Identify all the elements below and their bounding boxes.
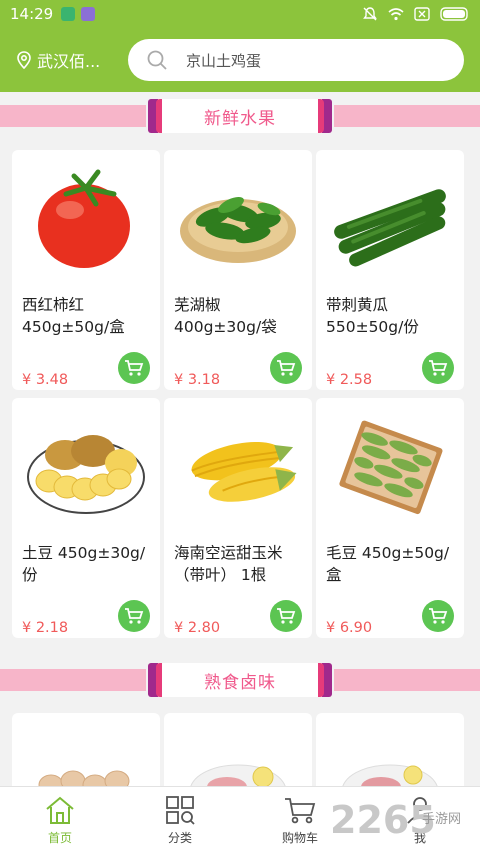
location-pin-icon xyxy=(17,51,31,69)
section-title: 新鲜水果 xyxy=(162,99,318,133)
nav-category[interactable]: 分类 xyxy=(120,787,240,853)
product-image-eggs xyxy=(12,713,160,793)
mute-bell-icon xyxy=(362,6,378,22)
watermark-sub: 手游网 xyxy=(422,812,462,827)
section-banner-deli: 熟食卤味 xyxy=(0,659,480,699)
product-image-potato xyxy=(12,398,160,536)
app-notification-icon xyxy=(61,7,76,21)
cart-icon xyxy=(429,608,448,624)
location-selector[interactable]: 武汉佰... xyxy=(0,48,126,72)
product-name: 海南空运甜玉米（带叶） 1根 xyxy=(174,544,283,584)
cart-icon xyxy=(277,608,296,624)
section-title: 熟食卤味 xyxy=(162,663,318,697)
add-to-cart-button[interactable] xyxy=(422,352,454,384)
watermark-logo: 2265 手游网 xyxy=(330,796,480,846)
product-price: ¥ 3.18 xyxy=(174,372,221,388)
wifi-icon xyxy=(388,7,404,21)
product-image-peppers xyxy=(164,150,312,288)
location-label: 武汉佰... xyxy=(37,52,101,71)
home-icon xyxy=(46,796,74,824)
search-icon xyxy=(147,50,167,70)
product-price: ¥ 3.48 xyxy=(22,372,69,388)
product-name: 带刺黄瓜 550±50g/份 xyxy=(326,296,419,336)
search-placeholder: 京山土鸡蛋 xyxy=(186,51,262,70)
add-to-cart-button[interactable] xyxy=(270,600,302,632)
status-bar: 14:29 xyxy=(0,0,480,28)
status-time: 14:29 xyxy=(10,5,54,23)
nav-label: 购物车 xyxy=(281,831,318,845)
product-card[interactable]: 带刺黄瓜 550±50g/份 ¥ 2.58 xyxy=(316,150,464,390)
battery-icon xyxy=(440,7,470,21)
product-price: ¥ 2.80 xyxy=(174,620,221,636)
product-image-cucumber xyxy=(316,150,464,288)
product-image-corn xyxy=(164,398,312,536)
product-name: 毛豆 450g±50g/盒 xyxy=(326,544,450,584)
sim-icon xyxy=(414,7,430,21)
product-card[interactable]: 芜湖椒 400g±30g/袋 ¥ 3.18 xyxy=(164,150,312,390)
header: 武汉佰... 京山土鸡蛋 xyxy=(0,28,480,92)
product-card[interactable]: 毛豆 450g±50g/盒 ¥ 6.90 xyxy=(316,398,464,638)
add-to-cart-button[interactable] xyxy=(118,600,150,632)
watermark-text: 2265 xyxy=(330,798,436,842)
category-icon xyxy=(166,796,195,825)
cart-icon xyxy=(125,608,144,624)
product-card[interactable]: 土豆 450g±30g/份 ¥ 2.18 xyxy=(12,398,160,638)
product-name: 土豆 450g±30g/份 xyxy=(22,544,146,584)
product-card[interactable] xyxy=(164,713,312,793)
nav-label: 分类 xyxy=(167,831,192,845)
add-to-cart-button[interactable] xyxy=(270,352,302,384)
product-price: ¥ 2.58 xyxy=(326,372,373,388)
product-card[interactable]: 海南空运甜玉米（带叶） 1根 ¥ 2.80 xyxy=(164,398,312,638)
add-to-cart-button[interactable] xyxy=(422,600,454,632)
product-card[interactable]: 西红柿红 450g±50g/盒 ¥ 3.48 xyxy=(12,150,160,390)
app-notification-icon xyxy=(81,7,96,21)
nav-home[interactable]: 首页 xyxy=(0,787,120,853)
nav-label: 首页 xyxy=(47,831,72,845)
cart-icon xyxy=(277,360,296,376)
cart-icon xyxy=(125,360,144,376)
add-to-cart-button[interactable] xyxy=(118,352,150,384)
product-price: ¥ 6.90 xyxy=(326,620,373,636)
product-image-meat xyxy=(164,713,312,793)
product-image-pork xyxy=(316,713,464,793)
product-image-tomato xyxy=(12,150,160,288)
cart-icon xyxy=(429,360,448,376)
cart-icon xyxy=(285,798,316,824)
product-name: 芜湖椒 400g±30g/袋 xyxy=(174,296,277,336)
product-image-edamame xyxy=(316,398,464,536)
section-banner-fresh: 新鲜水果 xyxy=(0,95,480,135)
product-card[interactable] xyxy=(12,713,160,793)
product-card[interactable] xyxy=(316,713,464,793)
product-price: ¥ 2.18 xyxy=(22,620,69,636)
search-input[interactable]: 京山土鸡蛋 xyxy=(128,39,464,81)
product-name: 西红柿红 450g±50g/盒 xyxy=(22,296,125,336)
